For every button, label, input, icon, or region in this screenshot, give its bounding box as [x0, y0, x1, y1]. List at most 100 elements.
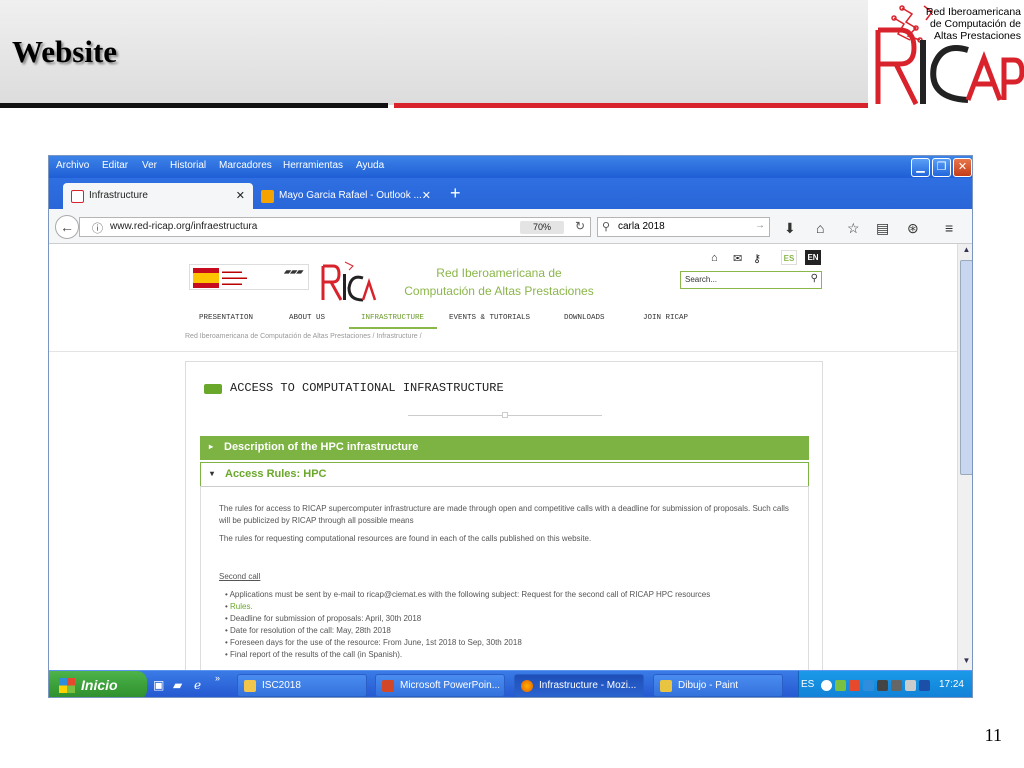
nav-infrastructure[interactable]: INFRASTRUCTURE: [361, 314, 424, 322]
tray-printer-icon[interactable]: [891, 680, 902, 691]
browser-screenshot: Archivo Editar Ver Historial Marcadores …: [48, 155, 973, 698]
menu-historial[interactable]: Historial: [170, 160, 206, 171]
hamburger-menu-icon[interactable]: ≡: [945, 220, 953, 236]
list-item: • Deadline for submission of proposals: …: [225, 614, 422, 623]
logo-line: de Computación de: [929, 18, 1021, 30]
list-item-text: Final report of the results of the call …: [230, 650, 403, 659]
spain-government-logo: ▬▬▬▬ ▬▬▬▬▬ ▬▬▬▬ ▰▰▰: [189, 264, 309, 290]
vertical-scrollbar[interactable]: ▲ ▼: [957, 244, 972, 670]
call-heading: Second call: [219, 572, 261, 581]
maximize-button[interactable]: ❐: [932, 158, 951, 177]
menu-herramientas[interactable]: Herramientas: [283, 160, 343, 171]
nav-join-ricap[interactable]: JOIN RICAP: [643, 314, 688, 322]
breadcrumb[interactable]: Red Iberoamericana de Computación de Alt…: [185, 333, 422, 340]
tab-infrastructure[interactable]: Infrastructure ✕: [63, 183, 253, 209]
search-input[interactable]: ⚲ carla 2018 →: [597, 217, 770, 237]
close-tab-icon[interactable]: ✕: [236, 189, 245, 202]
divider: [49, 351, 957, 352]
logo-line: Red Iberoamericana: [925, 6, 1021, 18]
tray-bluetooth-icon[interactable]: [863, 680, 874, 691]
search-go-arrow-icon[interactable]: →: [755, 220, 765, 231]
start-button[interactable]: Inicio: [49, 671, 147, 697]
paragraph: The rules for access to RICAP supercompu…: [219, 504, 789, 525]
list-item: • Applications must be sent by e-mail to…: [225, 590, 711, 599]
menu-editar[interactable]: Editar: [102, 160, 128, 171]
mail-icon[interactable]: ✉: [733, 252, 742, 265]
close-window-button[interactable]: ✕: [953, 158, 972, 177]
list-item-text: Date for resolution of the call: May, 28…: [230, 626, 391, 635]
task-label: Infrastructure - Mozi...: [539, 680, 637, 691]
reload-icon[interactable]: ↻: [575, 219, 585, 233]
task-label: Dibujo - Paint: [678, 680, 739, 691]
page-number: 11: [984, 725, 1002, 745]
new-tab-icon[interactable]: +: [450, 183, 461, 204]
tray-monitor-icon[interactable]: [877, 680, 888, 691]
chevron-right-icon: ▸: [209, 442, 214, 451]
navigation-bar: ← ⓘ www.red-ricap.org/infraestructura 70…: [49, 209, 972, 244]
section-title: ACCESS TO COMPUTATIONAL INFRASTRUCTURE: [230, 381, 504, 395]
scroll-thumb[interactable]: [960, 260, 972, 475]
bookmark-star-icon[interactable]: ☆: [847, 220, 860, 237]
menu-archivo[interactable]: Archivo: [56, 160, 89, 171]
tray-power-icon[interactable]: [919, 680, 930, 691]
menu-ayuda[interactable]: Ayuda: [356, 160, 384, 171]
outlook-favicon-icon: [261, 190, 274, 203]
addon-icon[interactable]: ⊛: [907, 220, 919, 237]
lang-es-button[interactable]: ES: [781, 250, 797, 265]
info-icon[interactable]: ⓘ: [92, 220, 103, 236]
web-page: ▬▬▬▬ ▬▬▬▬▬ ▬▬▬▬ ▰▰▰ Red Iberoamericana de …: [49, 244, 957, 670]
task-powerpoint[interactable]: Microsoft PowerPoin...: [375, 674, 505, 697]
zoom-level[interactable]: 70%: [520, 221, 564, 234]
paint-icon: [660, 680, 672, 692]
tab-bar: Infrastructure ✕ Mayo Garcia Rafael - Ou…: [49, 178, 972, 209]
lang-en-button[interactable]: EN: [805, 250, 821, 265]
expand-quicklaunch-icon[interactable]: »: [215, 673, 220, 683]
windows-taskbar: Inicio ▣ ▰ ℯ » ISC2018 Microsoft PowerPo…: [49, 670, 972, 697]
tray-arrow-icon[interactable]: [821, 680, 832, 691]
language-indicator[interactable]: ES: [801, 679, 814, 690]
folder-icon[interactable]: ▰: [173, 678, 182, 692]
show-desktop-icon[interactable]: ▣: [153, 678, 164, 692]
nav-downloads[interactable]: DOWNLOADS: [564, 314, 605, 322]
internet-explorer-icon[interactable]: ℯ: [194, 678, 201, 692]
tab-outlook[interactable]: Mayo Garcia Rafael - Outlook ... ✕: [253, 183, 439, 209]
accordion-hpc-description[interactable]: ▸ Description of the HPC infrastructure: [200, 436, 809, 460]
tray-network-icon[interactable]: [835, 680, 846, 691]
home-icon[interactable]: ⌂: [816, 220, 824, 236]
task-label: Microsoft PowerPoin...: [400, 680, 501, 691]
scroll-down-icon[interactable]: ▼: [960, 656, 972, 669]
accordion-access-rules[interactable]: ▾ Access Rules: HPC: [200, 462, 809, 486]
folder-icon: [244, 680, 256, 692]
header-rule-red: [394, 103, 868, 108]
url-text: www.red-ricap.org/infraestructura: [110, 221, 258, 232]
menu-ver[interactable]: Ver: [142, 160, 157, 171]
system-tray: ES 17:24: [798, 671, 972, 697]
nav-about-us[interactable]: ABOUT US: [289, 314, 325, 322]
nav-presentation[interactable]: PRESENTATION: [199, 314, 253, 322]
close-tab-icon[interactable]: ✕: [422, 189, 431, 202]
nav-events-tutorials[interactable]: EVENTS & TUTORIALS: [449, 314, 530, 322]
task-paint[interactable]: Dibujo - Paint: [653, 674, 783, 697]
back-arrow-icon[interactable]: ←: [55, 215, 79, 239]
menu-bar: Archivo Editar Ver Historial Marcadores …: [49, 156, 972, 178]
bookmarks-list-icon[interactable]: ▤: [876, 220, 889, 237]
task-isc2018[interactable]: ISC2018: [237, 674, 367, 697]
list-item: • Rules.: [225, 602, 253, 611]
scroll-up-icon[interactable]: ▲: [960, 245, 972, 258]
rules-link[interactable]: Rules.: [230, 602, 253, 611]
site-search-input[interactable]: Search... ⚲: [680, 271, 822, 289]
task-firefox[interactable]: Infrastructure - Mozi...: [514, 674, 644, 697]
key-icon[interactable]: ⚷: [753, 252, 761, 265]
minimize-button[interactable]: ▁: [911, 158, 930, 177]
tray-security-icon[interactable]: [849, 680, 860, 691]
search-icon[interactable]: ⚲: [811, 273, 818, 284]
ministry-logo: ▬▬▬▬ ▬▬▬▬▬ ▬▬▬▬: [222, 269, 247, 287]
menu-marcadores[interactable]: Marcadores: [219, 160, 272, 171]
site-search-placeholder: Search...: [685, 275, 718, 284]
download-icon[interactable]: ⬇: [784, 220, 796, 237]
tray-device-icon[interactable]: [905, 680, 916, 691]
url-bar[interactable]: ⓘ www.red-ricap.org/infraestructura 70% …: [79, 217, 591, 237]
firefox-icon: [521, 680, 533, 692]
home-icon[interactable]: ⌂: [711, 252, 718, 264]
ciemat-logo: ▰▰▰: [284, 267, 303, 276]
